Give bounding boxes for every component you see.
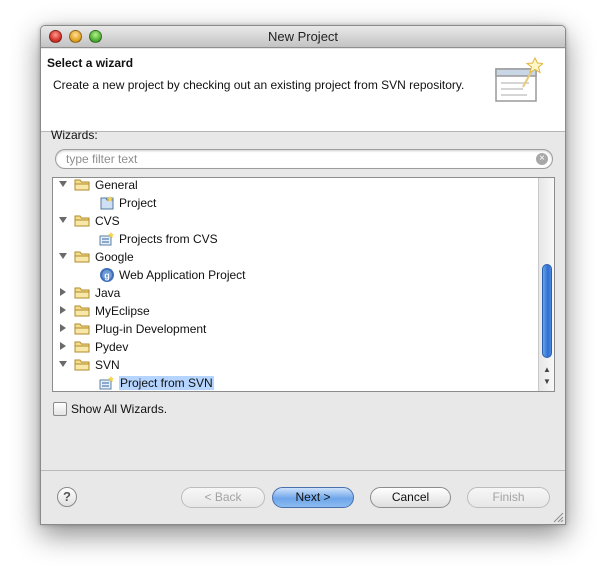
collapsed-arrow-icon[interactable]: [58, 341, 68, 351]
cancel-button[interactable]: Cancel: [370, 487, 451, 508]
banner-description: Create a new project by checking out an …: [53, 78, 465, 92]
tree-label: Project: [119, 196, 157, 210]
collapsed-arrow-icon[interactable]: [58, 323, 68, 333]
folder-icon: [74, 179, 90, 191]
wizard-banner: Select a wizard Create a new project by …: [41, 49, 565, 132]
tree-label: SVN: [95, 358, 120, 372]
svg-text:g: g: [104, 271, 110, 281]
collapsed-arrow-icon[interactable]: [58, 305, 68, 315]
help-button[interactable]: ?: [57, 487, 77, 507]
tree-folder-svn[interactable]: SVN: [53, 356, 537, 374]
scroll-down-arrow-icon[interactable]: ▼: [542, 377, 552, 387]
expanded-arrow-icon[interactable]: [58, 359, 68, 369]
tree-scrollbar[interactable]: ▲ ▼: [538, 178, 554, 391]
expanded-arrow-icon[interactable]: [58, 215, 68, 225]
tree-label: Pydev: [95, 340, 129, 354]
tree-folder-cvs[interactable]: CVS: [53, 212, 537, 230]
tree-label-selected: Project from SVN: [119, 376, 214, 390]
folder-icon: [74, 287, 90, 299]
new-wizard-icon: [495, 57, 543, 102]
tree-label: Projects from CVS: [119, 232, 218, 246]
tree-label: CVS: [95, 214, 120, 228]
folder-icon: [74, 323, 90, 335]
collapsed-arrow-icon[interactable]: [58, 287, 68, 297]
project-icon: [100, 196, 114, 210]
tree-folder-pydev[interactable]: Pydev: [53, 338, 537, 356]
title-bar[interactable]: New Project: [41, 26, 565, 48]
tree-item-project[interactable]: Project: [53, 194, 537, 212]
resize-grip-icon[interactable]: [553, 512, 564, 523]
tree-folder-general[interactable]: General: [53, 178, 537, 194]
folder-icon: [74, 359, 90, 371]
folder-icon: [74, 215, 90, 227]
wizards-label: Wizards:: [51, 128, 98, 142]
show-all-wizards-checkbox[interactable]: [53, 402, 67, 416]
tree-label: Web Application Project: [119, 268, 246, 282]
tree-label: Plug-in Development: [95, 322, 207, 336]
tree-folder-google[interactable]: Google: [53, 248, 537, 266]
tree-label: General: [95, 178, 138, 192]
tree-folder-java[interactable]: Java: [53, 284, 537, 302]
button-bar-divider: [41, 470, 565, 471]
next-button[interactable]: Next >: [272, 487, 354, 508]
finish-button[interactable]: Finish: [467, 487, 550, 508]
filter-input[interactable]: [64, 151, 524, 167]
google-web-app-icon: g: [100, 268, 114, 282]
folder-icon: [74, 251, 90, 263]
clear-filter-icon[interactable]: ×: [536, 153, 548, 165]
folder-icon: [74, 305, 90, 317]
expanded-arrow-icon[interactable]: [58, 179, 68, 189]
tree-item-web-application-project[interactable]: g Web Application Project: [53, 266, 537, 284]
scroll-up-arrow-icon[interactable]: ▲: [542, 365, 552, 375]
tree-item-projects-from-cvs[interactable]: Projects from CVS: [53, 230, 537, 248]
tree-label: MyEclipse: [95, 304, 150, 318]
scrollbar-thumb[interactable]: [542, 264, 552, 358]
banner-title: Select a wizard: [47, 56, 134, 70]
folder-icon: [74, 341, 90, 353]
tree-label: Google: [95, 250, 134, 264]
tree-item-project-from-svn[interactable]: Project from SVN: [53, 374, 537, 391]
new-project-dialog: New Project Select a wizard Create a new…: [40, 25, 566, 525]
filter-field[interactable]: ×: [55, 149, 553, 169]
back-button[interactable]: < Back: [181, 487, 265, 508]
window-title: New Project: [267, 29, 339, 44]
wizard-tree[interactable]: General Project CVS Projects from CVS Go…: [52, 177, 555, 392]
tree-folder-plug-in-development[interactable]: Plug-in Development: [53, 320, 537, 338]
cvs-checkout-icon: [99, 232, 114, 246]
tree-label: Java: [95, 286, 121, 300]
tree-folder-myeclipse[interactable]: MyEclipse: [53, 302, 537, 320]
expanded-arrow-icon[interactable]: [58, 251, 68, 261]
show-all-wizards-label: Show All Wizards.: [71, 402, 168, 416]
svn-checkout-icon: [99, 376, 114, 390]
